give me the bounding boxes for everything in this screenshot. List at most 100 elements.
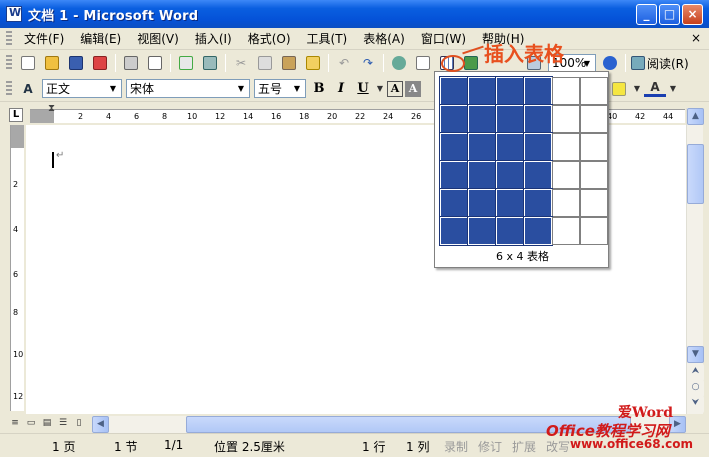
menu-insert[interactable]: 插入(I) [187, 29, 240, 49]
toolbar-grip-handle[interactable] [6, 80, 12, 97]
table-grid-cell[interactable] [552, 133, 580, 161]
status-extend[interactable]: 扩展 [512, 438, 536, 455]
status-track-changes[interactable]: 修订 [478, 438, 502, 455]
scroll-left-button[interactable]: ◀ [92, 416, 109, 433]
table-grid-cell[interactable] [580, 77, 608, 105]
table-grid-cell[interactable] [523, 160, 553, 190]
chevron-down-icon[interactable]: ▼ [234, 81, 248, 96]
bold-button[interactable]: B [309, 79, 329, 99]
vertical-scroll-thumb[interactable] [687, 144, 704, 204]
table-grid-cell[interactable] [523, 216, 553, 246]
table-grid-cell[interactable] [467, 216, 497, 246]
table-grid-cell[interactable] [467, 76, 497, 106]
scroll-up-button[interactable]: ▲ [687, 108, 704, 125]
table-grid-cell[interactable] [439, 216, 469, 246]
table-grid-cell[interactable] [580, 189, 608, 217]
scroll-down-button[interactable]: ▼ [687, 346, 704, 363]
menu-edit[interactable]: 编辑(E) [72, 29, 129, 49]
minimize-button[interactable]: _ [636, 4, 657, 25]
normal-view-icon[interactable]: ≡ [8, 416, 22, 430]
outline-view-icon[interactable]: ☰ [56, 416, 70, 430]
save-icon[interactable] [65, 53, 87, 73]
table-grid-cell[interactable] [552, 105, 580, 133]
spelling-icon[interactable] [175, 53, 197, 73]
open-folder-icon[interactable] [41, 53, 63, 73]
tab-stop-selector[interactable]: L [9, 108, 23, 122]
table-grid-cell[interactable] [552, 217, 580, 245]
highlight-icon[interactable] [608, 79, 630, 99]
styles-pane-icon[interactable]: A [17, 79, 39, 99]
table-grid-cell[interactable] [439, 76, 469, 106]
menu-table[interactable]: 表格(A) [355, 29, 413, 49]
table-grid-cell[interactable] [495, 188, 525, 218]
font-color-icon[interactable]: A [644, 80, 666, 97]
maximize-button[interactable]: □ [659, 4, 680, 25]
menu-format[interactable]: 格式(O) [240, 29, 299, 49]
reading-view-icon[interactable]: ▯ [72, 416, 86, 430]
hyperlink-icon[interactable] [388, 53, 410, 73]
paste-icon[interactable] [278, 53, 300, 73]
table-grid-cell[interactable] [495, 104, 525, 134]
vertical-ruler[interactable]: 2 4 6 8 10 12 [10, 125, 24, 411]
chevron-down-icon[interactable]: ▼ [106, 81, 120, 96]
chevron-down-icon[interactable]: ▼ [290, 81, 304, 96]
previous-page-button[interactable]: ⮝ [687, 364, 704, 381]
table-grid-cell[interactable] [495, 76, 525, 106]
chevron-down-icon[interactable]: ▼ [580, 56, 594, 71]
table-grid-cell[interactable] [552, 161, 580, 189]
table-grid-cell[interactable] [495, 216, 525, 246]
font-size-select[interactable]: 五号 ▼ [254, 79, 306, 98]
permission-icon[interactable] [89, 53, 111, 73]
tables-borders-icon[interactable] [412, 53, 434, 73]
toolbar-grip-handle[interactable] [6, 55, 12, 71]
table-grid-cell[interactable] [467, 104, 497, 134]
menu-window[interactable]: 窗口(W) [413, 29, 474, 49]
chevron-down-icon[interactable]: ▼ [632, 79, 642, 99]
undo-icon[interactable]: ↶ [333, 53, 355, 73]
table-grid-cell[interactable] [552, 189, 580, 217]
table-grid-cell[interactable] [580, 217, 608, 245]
cut-icon[interactable]: ✂ [230, 53, 252, 73]
table-grid-cell[interactable] [523, 104, 553, 134]
table-grid-cell[interactable] [580, 105, 608, 133]
table-grid-cell[interactable] [580, 133, 608, 161]
menu-file[interactable]: 文件(F) [16, 29, 72, 49]
table-grid-cell[interactable] [467, 160, 497, 190]
next-page-button[interactable]: ⮟ [687, 396, 704, 413]
table-grid-cell[interactable] [495, 160, 525, 190]
italic-button[interactable]: I [331, 79, 351, 99]
read-mode-button[interactable]: 阅读(R) [647, 55, 689, 72]
format-painter-icon[interactable] [302, 53, 324, 73]
word-app-icon[interactable] [6, 6, 22, 22]
table-grid-cell[interactable] [495, 132, 525, 162]
browse-object-button[interactable]: ○ [687, 380, 704, 397]
help-icon[interactable] [599, 53, 621, 73]
table-grid-cell[interactable] [523, 132, 553, 162]
new-document-icon[interactable] [17, 53, 39, 73]
character-border-button[interactable]: A [387, 80, 403, 97]
web-view-icon[interactable]: ▭ [24, 416, 38, 430]
close-document-button[interactable]: × [691, 31, 701, 45]
table-grid-cell[interactable] [523, 188, 553, 218]
style-select[interactable]: 正文 ▼ [42, 79, 122, 98]
table-grid-cell[interactable] [580, 161, 608, 189]
chevron-down-icon[interactable]: ▼ [375, 79, 385, 99]
table-size-grid[interactable] [439, 76, 608, 246]
font-select[interactable]: 宋体 ▼ [126, 79, 250, 98]
copy-icon[interactable] [254, 53, 276, 73]
status-record[interactable]: 录制 [444, 438, 468, 455]
character-shading-button[interactable]: A [405, 80, 421, 97]
vertical-scrollbar[interactable]: ▲ ▼ ⮝ ○ ⮟ [686, 108, 704, 414]
indent-marker-icon[interactable]: ⧗ [48, 103, 55, 114]
print-icon[interactable] [120, 53, 142, 73]
table-grid-cell[interactable] [439, 160, 469, 190]
menu-tools[interactable]: 工具(T) [299, 29, 356, 49]
table-grid-cell[interactable] [439, 104, 469, 134]
menu-view[interactable]: 视图(V) [129, 29, 187, 49]
read-mode-icon[interactable] [630, 53, 646, 73]
table-grid-cell[interactable] [439, 188, 469, 218]
print-preview-icon[interactable] [144, 53, 166, 73]
print-view-icon[interactable]: ▤ [40, 416, 54, 430]
table-grid-cell[interactable] [467, 188, 497, 218]
menu-grip-handle[interactable] [6, 30, 12, 47]
